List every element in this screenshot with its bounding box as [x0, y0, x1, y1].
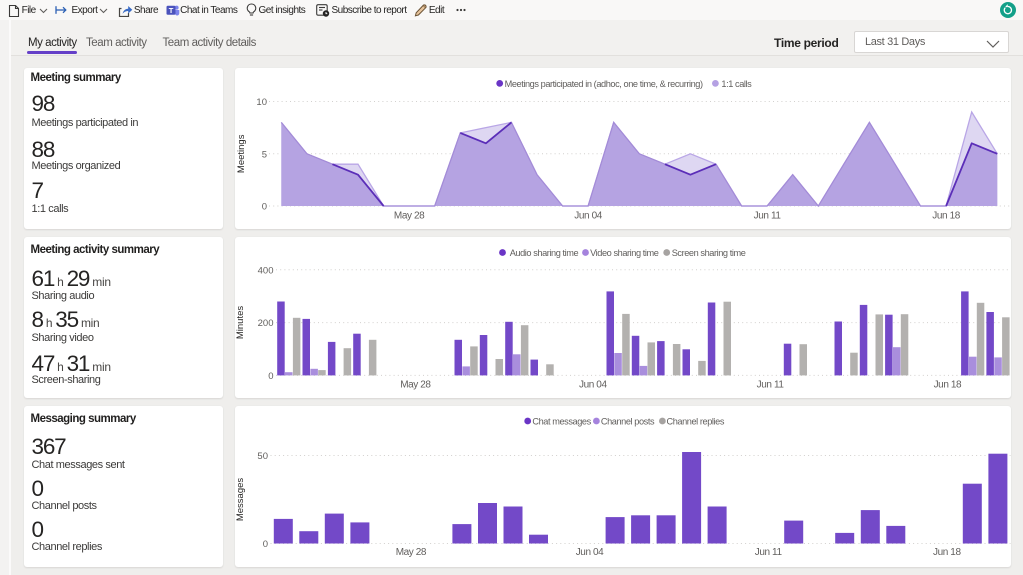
svg-text:5: 5 — [261, 149, 266, 160]
svg-text:400: 400 — [257, 265, 273, 276]
svg-text:0: 0 — [268, 371, 273, 382]
svg-text:Messages: Messages — [235, 478, 246, 522]
svg-text:Channel replies: Channel replies — [666, 417, 724, 427]
svg-text:May 28: May 28 — [400, 380, 431, 391]
svg-text:Jun 04: Jun 04 — [575, 547, 603, 558]
svg-text:Jun 11: Jun 11 — [756, 380, 784, 391]
svg-text:50: 50 — [257, 451, 268, 462]
svg-text:Meetings: Meetings — [236, 134, 247, 173]
svg-text:10: 10 — [256, 97, 267, 108]
svg-text:Jun 11: Jun 11 — [753, 211, 781, 222]
svg-text:0: 0 — [261, 202, 266, 213]
svg-text:Jun 18: Jun 18 — [932, 211, 960, 222]
svg-text:Jun 18: Jun 18 — [933, 380, 961, 391]
svg-text:Jun 11: Jun 11 — [754, 547, 782, 558]
svg-text:Screen sharing time: Screen sharing time — [671, 248, 745, 258]
svg-text:Jun 04: Jun 04 — [578, 380, 606, 391]
svg-text:Minutes: Minutes — [235, 306, 246, 340]
svg-text:Audio sharing time: Audio sharing time — [509, 248, 578, 258]
svg-text:May 28: May 28 — [395, 547, 426, 558]
svg-text:1:1 calls: 1:1 calls — [721, 79, 752, 89]
svg-text:Jun 04: Jun 04 — [574, 211, 602, 222]
svg-text:Chat messages: Chat messages — [532, 417, 591, 427]
svg-text:Meetings participated in (adho: Meetings participated in (adhoc, one tim… — [504, 79, 702, 89]
svg-text:Channel posts: Channel posts — [600, 417, 654, 427]
svg-text:Video sharing time: Video sharing time — [590, 248, 659, 258]
svg-text:Jun 18: Jun 18 — [932, 547, 960, 558]
svg-text:0: 0 — [262, 539, 267, 550]
svg-text:200: 200 — [257, 318, 273, 329]
svg-text:T: T — [168, 5, 173, 14]
svg-text:May 28: May 28 — [393, 211, 424, 222]
